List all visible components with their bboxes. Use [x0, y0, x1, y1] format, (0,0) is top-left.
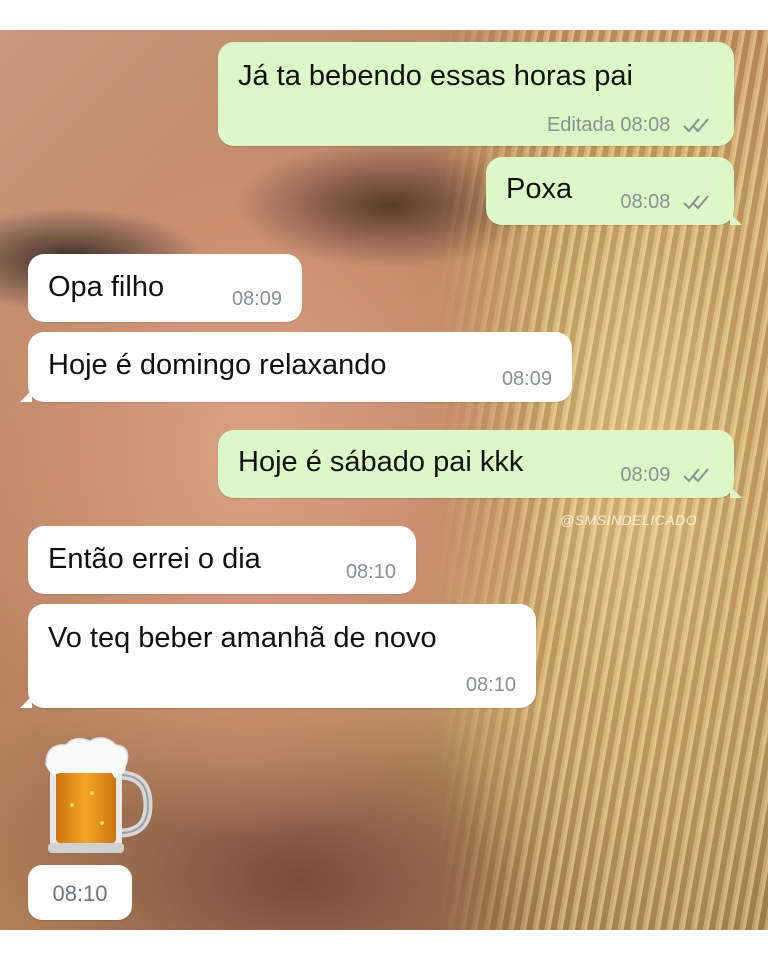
message-bubble-outgoing[interactable]: Poxa 08:08 [486, 157, 742, 225]
message-bubble-outgoing[interactable]: Hoje é sábado pai kkk 08:09 [218, 430, 742, 498]
message-time: 08:09 [620, 464, 671, 486]
message-bubble-outgoing[interactable]: Já ta bebendo essas horas pai Editada 08… [218, 42, 734, 146]
message-time: 08:09 [231, 288, 282, 310]
beer-mug-icon[interactable] [42, 735, 154, 860]
beer-mug-icon [45, 737, 153, 853]
read-double-check-icon [683, 195, 709, 210]
read-double-check-icon [683, 468, 709, 483]
message-time: 08:08 [620, 191, 671, 213]
message-meta: 08:08 [620, 191, 712, 214]
message-text: Hoje é domingo relaxando [48, 349, 387, 381]
message-time: 08:08 [620, 114, 671, 136]
message-text: Já ta bebendo essas horas pai [238, 60, 633, 92]
message-bubble-incoming[interactable]: Hoje é domingo relaxando 08:09 [20, 332, 572, 402]
read-double-check-icon [683, 118, 709, 133]
message-time: 08:09 [501, 368, 552, 390]
message-text: Poxa [506, 173, 573, 205]
message-time-chip: 08:10 [28, 865, 132, 920]
bubble-tail [20, 390, 32, 402]
message-text: Hoje é sábado pai kkk [238, 446, 524, 478]
message-time: 08:10 [52, 881, 108, 906]
message-meta: 08:09 [620, 464, 712, 487]
message-bubble-incoming[interactable]: Vo teq beber amanhã de novo 08:10 [20, 604, 536, 708]
bubble-tail [20, 696, 32, 708]
message-text: Vo teq beber amanhã de novo [48, 622, 437, 654]
message-text: Opa filho [48, 271, 165, 303]
message-bubble-incoming[interactable]: Então errei o dia 08:10 [28, 526, 416, 594]
bubble-tail [730, 213, 742, 225]
bubble-tail [730, 486, 742, 498]
watermark: @SMSINDELICADO [560, 512, 698, 528]
message-meta: Editada 08:08 [547, 114, 712, 137]
message-time: 08:10 [345, 561, 396, 583]
message-time: 08:10 [465, 674, 516, 696]
message-bubble-incoming[interactable]: Opa filho 08:09 [28, 254, 302, 322]
edited-label: Editada [546, 114, 615, 136]
message-text: Então errei o dia [48, 543, 261, 575]
